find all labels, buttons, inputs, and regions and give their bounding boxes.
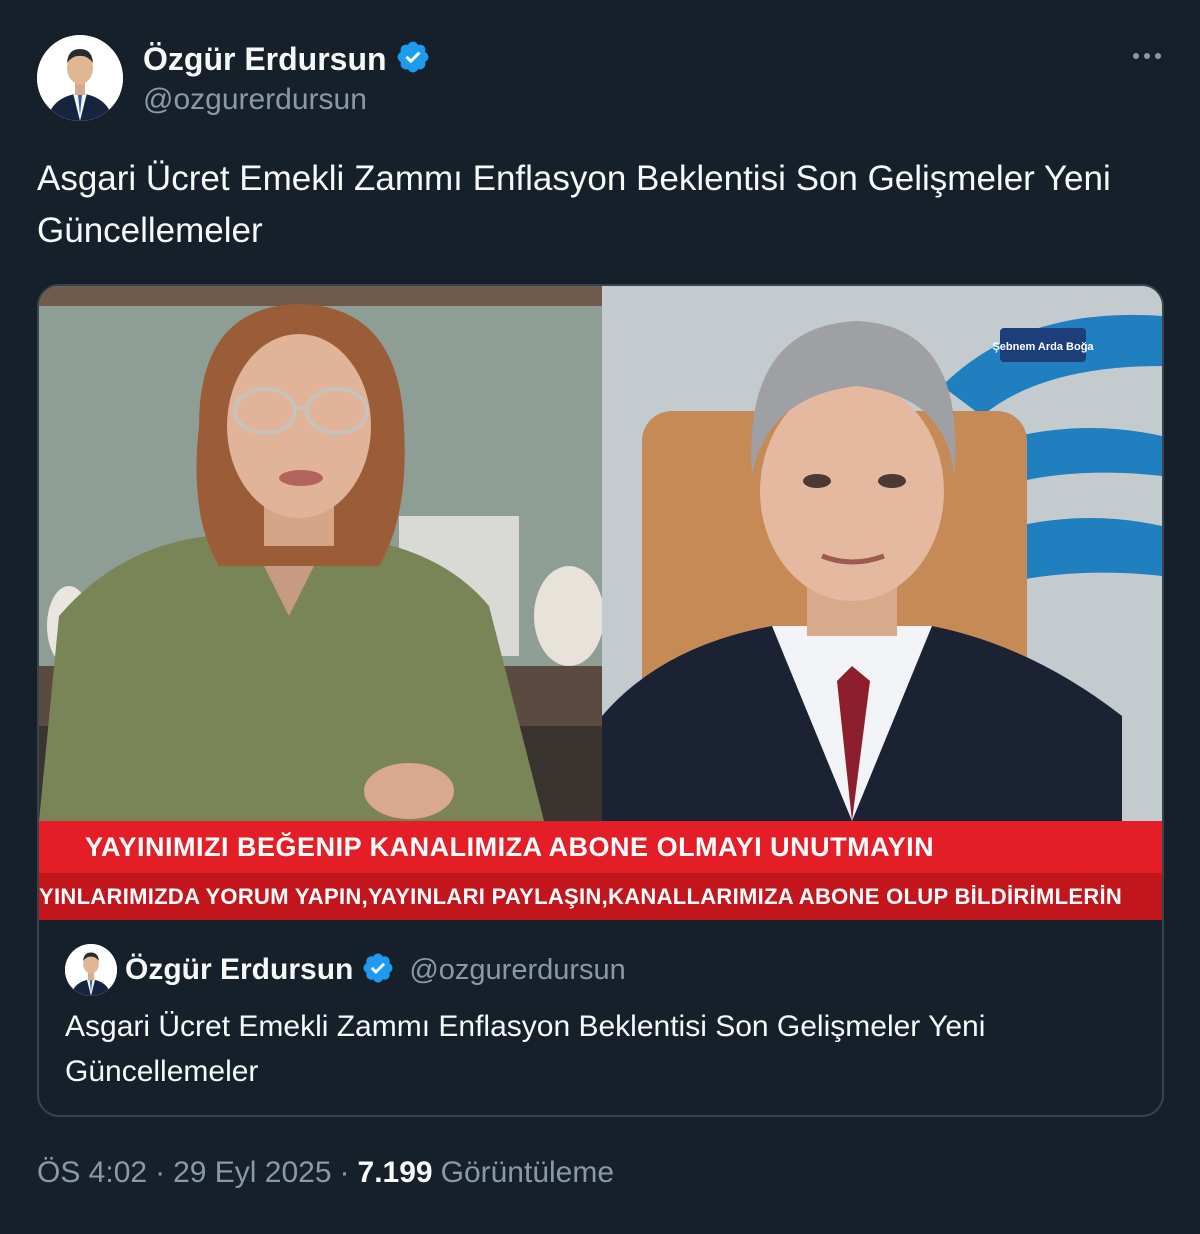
tweet-meta: ÖS 4:02 · 29 Eyl 2025 · 7.199 Görüntülem… (37, 1156, 614, 1190)
banner-top: YAYINIMIZI BEĞENIP KANALIMIZA ABONE OLMA… (39, 821, 1162, 873)
video-thumbnail[interactable]: Şebnem Arda Boğa YAYINIMIZI BEĞENIP KANA… (39, 286, 1162, 920)
meta-separator: · (339, 1156, 350, 1189)
author-handle[interactable]: @ozgurerdursun (143, 83, 367, 117)
tweet-time[interactable]: ÖS 4:02 (37, 1156, 147, 1190)
quoted-author-avatar[interactable] (65, 944, 117, 996)
quoted-tweet[interactable]: Özgür Erdursun @ozgurerdursun Asgari Ücr… (39, 920, 1162, 1115)
tweet-header: Özgür Erdursun @ozgurerdursun (37, 35, 1167, 125)
verified-badge-icon (395, 39, 431, 80)
tweet-text: Asgari Ücret Emekli Zammı Enflasyon Bekl… (37, 159, 1111, 250)
banner-bottom: YINLARIMIZDA YORUM YAPIN,YAYINLARI PAYLA… (39, 873, 1162, 920)
more-options-icon[interactable] (1127, 41, 1167, 71)
verified-badge-icon (361, 951, 395, 990)
author-display-name[interactable]: Özgür Erdursun (143, 41, 387, 78)
video-left-pane (39, 286, 602, 821)
quoted-tweet-text: Asgari Ücret Emekli Zammı Enflasyon Bekl… (65, 1010, 986, 1088)
author-avatar[interactable] (37, 35, 123, 121)
views-label: Görüntüleme (440, 1156, 615, 1189)
tweet-date[interactable]: 29 Eyl 2025 (173, 1156, 331, 1190)
quote-card[interactable]: Şebnem Arda Boğa YAYINIMIZI BEĞENIP KANA… (37, 284, 1164, 1117)
meta-separator: · (155, 1156, 166, 1189)
views-count: 7.199 (357, 1156, 433, 1189)
quoted-author-name[interactable]: Özgür Erdursun (125, 953, 353, 987)
quoted-author-handle[interactable]: @ozgurerdursun (409, 954, 625, 987)
video-right-pane: Şebnem Arda Boğa (602, 286, 1162, 821)
channel-logo-text: Şebnem Arda Boğa (992, 341, 1094, 353)
